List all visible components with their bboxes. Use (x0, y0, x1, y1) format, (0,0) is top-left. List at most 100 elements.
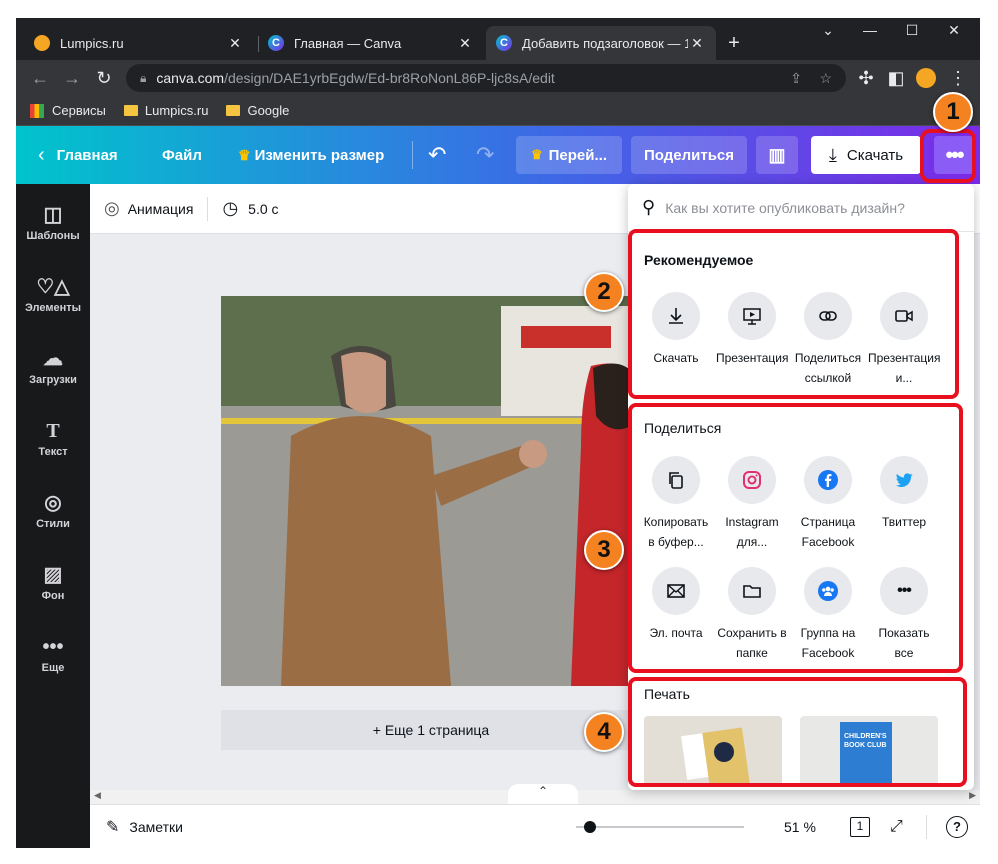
footer-divider (926, 814, 927, 839)
insights-button[interactable]: ▥ (756, 136, 798, 174)
folder-icon (226, 105, 241, 116)
undo-icon[interactable]: ↶ (428, 126, 446, 184)
tab-close-icon[interactable]: ✕ (688, 35, 706, 52)
animation-button[interactable]: ◎ Анимация (104, 198, 193, 219)
bar-chart-icon: ▥ (768, 144, 786, 165)
tab-lumpics[interactable]: Lumpics.ru ✕ (24, 26, 254, 60)
upgrade-button[interactable]: ♛ Перей... (516, 136, 622, 174)
tab-canva-home[interactable]: C Главная — Canva ✕ (258, 26, 484, 60)
sidebar-item-label: Еще (41, 662, 65, 674)
sidebar-item-templates[interactable]: ◫ Шаблоны (16, 204, 90, 242)
folder-icon (123, 105, 138, 116)
uploads-icon: ☁ (43, 348, 63, 370)
tab-strip: Lumpics.ru ✕ C Главная — Canva ✕ C Добав… (16, 18, 980, 60)
download-button[interactable]: ⤓ Скачать (811, 136, 921, 174)
minimize-icon[interactable]: — (850, 22, 890, 38)
reload-icon[interactable]: ↻ (92, 66, 116, 90)
sidebar-item-more[interactable]: ••• Еще (16, 636, 90, 674)
lock-icon: 🔒︎ (140, 70, 147, 85)
editor-footer: ✎ Заметки 51 % 1 ⤢ ? (90, 804, 980, 848)
annotation-badge-2: 2 (584, 272, 624, 312)
canva-favicon-icon: C (496, 35, 512, 51)
zoom-slider[interactable] (576, 821, 744, 833)
sidebar-item-label: Элементы (24, 302, 82, 314)
bookmark-star-icon[interactable]: ☆ (819, 70, 832, 87)
resize-label: Изменить размер (254, 146, 385, 164)
zoom-slider-thumb[interactable] (584, 821, 596, 833)
sidebar-item-label: Текст (38, 446, 68, 458)
bookmark-lumpics[interactable]: Lumpics.ru (123, 103, 209, 118)
horizontal-scrollbar[interactable]: ◀ ▶ ⌃ (90, 784, 980, 804)
redo-icon[interactable]: ↷ (476, 126, 494, 184)
bookmarks-bar: Сервисы Lumpics.ru Google (16, 96, 980, 126)
browser-menu-icon[interactable]: ⋮ (946, 66, 970, 90)
highlight-more-button (920, 129, 976, 183)
highlight-recommended (628, 229, 959, 399)
templates-icon: ◫ (43, 204, 63, 226)
maximize-icon[interactable]: ☐ (892, 22, 932, 39)
canva-topbar: ‹ Главная Файл ♛ Изменить размер ↶ ↷ ♛ Пере… (16, 126, 980, 184)
tab-close-icon[interactable]: ✕ (456, 35, 474, 52)
sidebar-item-styles[interactable]: ◎ Стили (16, 492, 90, 530)
tab-canva-design[interactable]: C Добавить подзаголовок — 12 ✕ (486, 26, 716, 60)
design-photo[interactable] (221, 296, 641, 686)
forward-icon[interactable]: → (60, 66, 84, 90)
sidebar-item-elements[interactable]: ♡△ Элементы (16, 276, 90, 314)
home-link[interactable]: ‹ Главная (38, 126, 118, 184)
canva-favicon-icon: C (268, 35, 284, 51)
notes-button[interactable]: ✎ Заметки (106, 817, 183, 837)
bookmark-apps[interactable]: Сервисы (30, 103, 106, 118)
url-field[interactable]: 🔒︎ canva.com/design/DAE1yrbEgdw/Ed-br8Ro… (126, 64, 846, 92)
chevron-left-icon: ‹ (38, 143, 45, 166)
sidebar-item-label: Загрузки (29, 374, 77, 386)
topbar-divider (412, 141, 413, 169)
extensions-icon[interactable]: ✣ (854, 66, 878, 90)
zoom-level[interactable]: 51 % (784, 819, 816, 835)
sidebar-item-uploads[interactable]: ☁ Загрузки (16, 348, 90, 386)
profile-avatar[interactable] (914, 66, 938, 90)
file-menu[interactable]: Файл (162, 126, 202, 184)
bookmark-label: Lumpics.ru (144, 103, 209, 118)
new-tab-button[interactable]: + (722, 32, 746, 55)
sidebar-item-label: Фон (41, 590, 65, 602)
publish-search: ⚲ (628, 184, 974, 232)
sidebar-item-label: Стили (36, 518, 70, 530)
tab-title: Добавить подзаголовок — 12 (522, 35, 688, 51)
bookmark-label: Сервисы (52, 103, 106, 118)
elements-icon: ♡△ (36, 276, 70, 298)
text-icon: T (46, 420, 60, 442)
share-page-icon[interactable]: ⇪ (790, 70, 802, 87)
help-button[interactable]: ? (946, 815, 968, 838)
bookmark-google[interactable]: Google (226, 103, 289, 118)
page-drawer-handle[interactable]: ⌃ (508, 784, 578, 804)
bookmark-label: Google (247, 103, 290, 118)
publish-search-input[interactable] (665, 199, 946, 216)
scene-photo (221, 296, 641, 686)
share-button[interactable]: Поделиться (631, 136, 747, 174)
scroll-left-icon[interactable]: ◀ (94, 790, 101, 801)
apps-grid-icon (30, 103, 44, 118)
fullscreen-icon[interactable]: ⤢ (890, 818, 903, 836)
tab-close-icon[interactable]: ✕ (226, 35, 244, 52)
notes-label: Заметки (129, 818, 183, 835)
sidebar-item-text[interactable]: T Текст (16, 420, 90, 458)
canva-sidebar: ◫ Шаблоны ♡△ Элементы ☁ Загрузки T Текст ◎ Ст… (16, 184, 90, 848)
search-icon: ⚲ (642, 197, 656, 217)
resize-button[interactable]: ♛ Изменить размер (238, 126, 384, 184)
page-count-button[interactable]: 1 (850, 816, 870, 837)
download-label: Скачать (846, 146, 904, 164)
tab-title: Lumpics.ru (60, 35, 124, 51)
animation-icon: ◎ (104, 198, 120, 218)
tab-title: Главная — Canva (294, 35, 402, 51)
add-page-button[interactable]: + Еще 1 страница (221, 710, 641, 750)
more-icon: ••• (42, 636, 64, 658)
sidepanel-icon[interactable]: ◧ (884, 66, 908, 90)
duration-button[interactable]: ◷ 5.0 с (222, 198, 278, 219)
scroll-right-icon[interactable]: ▶ (969, 790, 976, 801)
notes-icon: ✎ (106, 818, 120, 836)
window-close-icon[interactable]: ✕ (934, 22, 974, 39)
tab-search-icon[interactable]: ⌄ (808, 22, 848, 39)
annotation-badge-3: 3 (584, 530, 624, 570)
sidebar-item-background[interactable]: ▨ Фон (16, 564, 90, 602)
back-icon[interactable]: ← (28, 66, 52, 90)
